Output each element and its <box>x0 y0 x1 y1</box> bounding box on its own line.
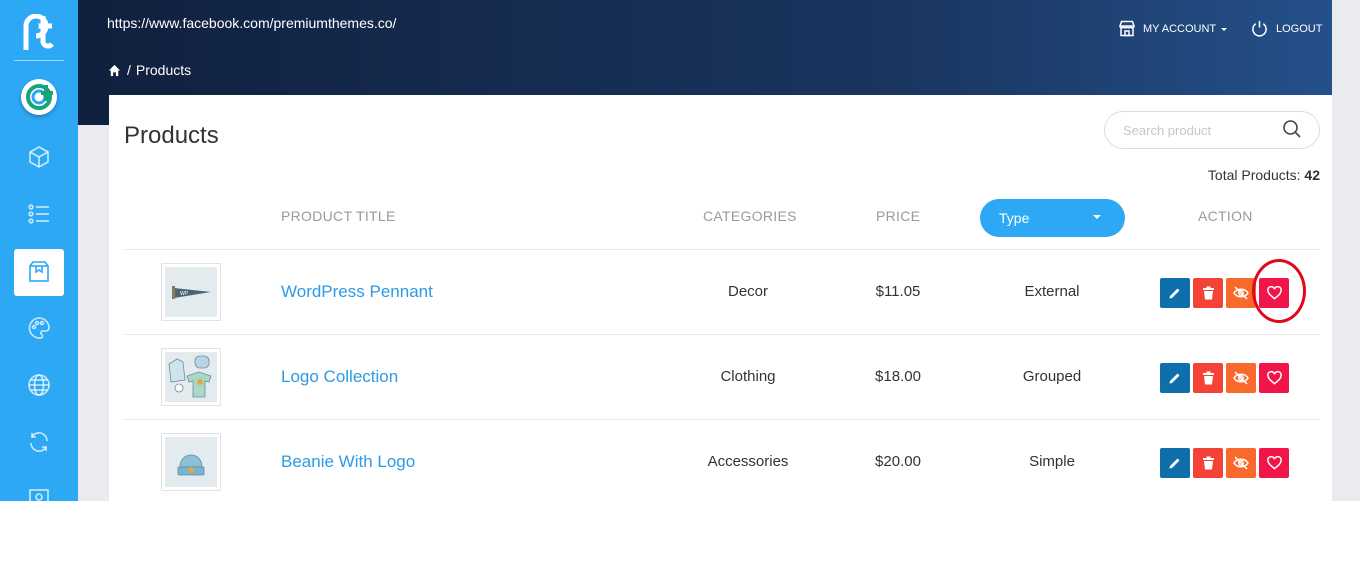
type-filter-label: Type <box>999 210 1030 226</box>
type-filter-dropdown[interactable]: Type <box>980 199 1125 237</box>
product-title-link[interactable]: WordPress Pennant <box>281 282 433 302</box>
hide-button[interactable] <box>1226 448 1256 478</box>
caret-down-icon <box>1221 27 1228 31</box>
pencil-icon <box>1169 288 1180 299</box>
my-account-menu[interactable]: MY ACCOUNT <box>1118 20 1229 37</box>
eye-slash-icon <box>1233 456 1249 470</box>
sync-icon[interactable] <box>27 430 51 454</box>
avatar[interactable] <box>21 79 57 115</box>
beanie-image <box>165 437 217 487</box>
favorite-button[interactable] <box>1259 448 1289 478</box>
total-products-count: 42 <box>1304 167 1320 183</box>
image-icon[interactable] <box>27 487 51 501</box>
pennant-image: WP <box>165 267 217 317</box>
search-icon[interactable] <box>1282 119 1302 139</box>
avatar-logo-icon <box>26 84 53 110</box>
products-card: Products Total Products: 42 PRODUCT TITL… <box>109 95 1332 501</box>
palette-icon[interactable] <box>27 316 51 340</box>
product-thumbnail[interactable] <box>161 433 221 491</box>
trash-icon <box>1202 371 1214 385</box>
total-products-label: Total Products: <box>1207 167 1301 183</box>
breadcrumb-current: Products <box>135 62 192 78</box>
app-window: https://www.facebook.com/premiumthemes.c… <box>0 0 1360 501</box>
logout-button[interactable]: LOGOUT <box>1251 20 1322 37</box>
eye-slash-icon <box>1233 371 1249 385</box>
column-header-categories[interactable]: CATEGORIES <box>703 208 797 224</box>
trash-icon <box>1202 286 1214 300</box>
delete-button[interactable] <box>1193 363 1223 393</box>
product-category: Clothing <box>720 368 776 385</box>
column-header-action: ACTION <box>1198 208 1253 224</box>
product-category: Decor <box>727 283 768 300</box>
table-row: Beanie With Logo Accessories $20.00 Simp… <box>124 419 1320 501</box>
product-category: Accessories <box>707 453 789 470</box>
edit-button[interactable] <box>1160 278 1190 308</box>
table-row: WP WordPress Pennant Decor $11.05 Extern… <box>124 249 1320 334</box>
product-title-link[interactable]: Logo Collection <box>281 367 398 387</box>
svg-text:WP: WP <box>180 291 188 297</box>
edit-button[interactable] <box>1160 363 1190 393</box>
product-price: $11.05 <box>875 283 921 300</box>
box-icon[interactable] <box>27 145 51 169</box>
brand-logo-icon[interactable] <box>22 14 54 52</box>
product-type: Grouped <box>1022 368 1082 385</box>
pencil-icon <box>1169 373 1180 384</box>
clothing-image <box>165 352 217 402</box>
store-icon <box>1118 20 1136 37</box>
hide-button[interactable] <box>1226 363 1256 393</box>
column-header-price[interactable]: PRICE <box>876 208 920 224</box>
product-icon <box>29 261 49 282</box>
product-thumbnail[interactable]: WP <box>161 263 221 321</box>
product-title-link[interactable]: Beanie With Logo <box>281 452 415 472</box>
power-icon <box>1252 20 1267 37</box>
pencil-icon <box>1169 458 1180 469</box>
delete-button[interactable] <box>1193 448 1223 478</box>
column-header-title[interactable]: PRODUCT TITLE <box>281 208 396 224</box>
product-type: Simple <box>1029 453 1075 470</box>
list-icon[interactable] <box>27 202 51 226</box>
trash-icon <box>1202 456 1214 470</box>
heart-icon <box>1266 456 1282 470</box>
row-actions <box>1160 448 1289 478</box>
highlight-circle <box>1252 259 1306 323</box>
my-account-label: MY ACCOUNT <box>1143 22 1217 35</box>
caret-down-icon <box>1093 215 1101 219</box>
eye-slash-icon <box>1233 286 1249 300</box>
table-row: Logo Collection Clothing $18.00 Grouped <box>124 334 1320 419</box>
breadcrumb: / Products <box>108 62 191 78</box>
logo-divider <box>14 60 64 61</box>
logout-label: LOGOUT <box>1276 22 1323 35</box>
sidebar-item-products[interactable] <box>14 249 64 296</box>
favorite-button[interactable] <box>1259 363 1289 393</box>
breadcrumb-separator: / <box>127 62 131 78</box>
facebook-link[interactable]: https://www.facebook.com/premiumthemes.c… <box>107 15 396 31</box>
product-price: $18.00 <box>875 368 921 385</box>
product-thumbnail[interactable] <box>161 348 221 406</box>
product-type: External <box>1024 283 1080 300</box>
product-price: $20.00 <box>875 453 921 470</box>
total-products: Total Products: 42 <box>1208 167 1320 183</box>
sidebar <box>0 0 78 501</box>
heart-icon <box>1266 371 1282 385</box>
home-icon[interactable] <box>108 64 121 77</box>
row-actions <box>1160 363 1289 393</box>
globe-icon[interactable] <box>27 373 51 397</box>
edit-button[interactable] <box>1160 448 1190 478</box>
page-title: Products <box>124 122 219 149</box>
delete-button[interactable] <box>1193 278 1223 308</box>
